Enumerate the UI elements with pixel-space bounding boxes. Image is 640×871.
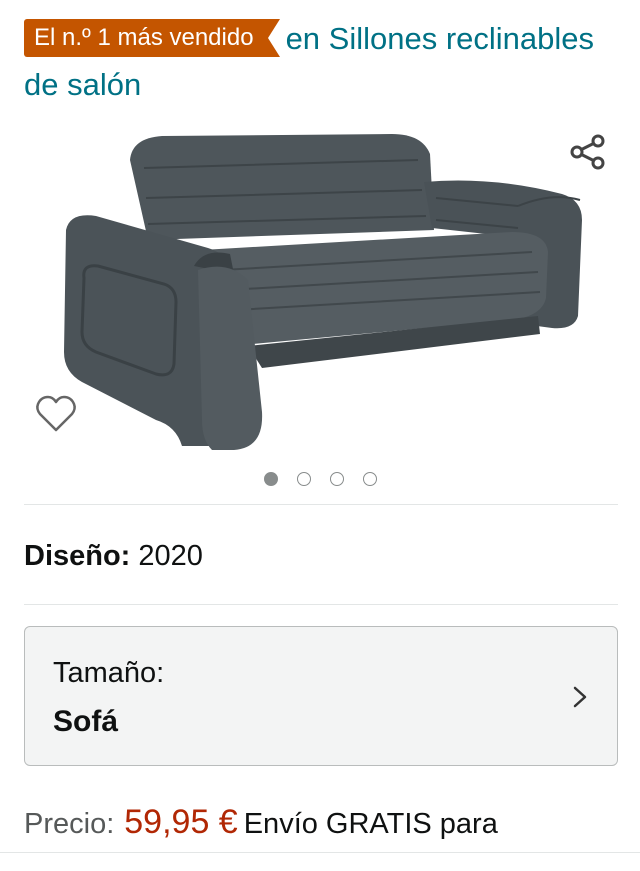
carousel-dot[interactable] [329, 472, 344, 486]
carousel-dot[interactable] [296, 472, 311, 486]
price-label: Precio: [24, 808, 115, 840]
size-selector[interactable]: Tamaño: Sofá [24, 626, 618, 766]
product-image [64, 134, 582, 450]
size-label: Tamaño: [53, 657, 165, 689]
price-value: 59,95 € [124, 803, 238, 841]
heart-outline-icon[interactable] [34, 392, 78, 436]
size-value: Sofá [53, 705, 119, 738]
design-value: 2020 [138, 540, 203, 572]
chevron-right-icon [573, 686, 587, 708]
product-image-carousel[interactable] [0, 110, 640, 460]
divider [0, 852, 640, 853]
price-row: Precio: 59,95 € Envío GRATIS para [24, 800, 498, 846]
divider [24, 604, 618, 605]
product-page: El n.º 1 más vendido en Sillones reclinab… [0, 0, 640, 871]
design-row: Diseño: 2020 [24, 536, 203, 576]
carousel-dot[interactable] [362, 472, 377, 486]
bestseller-header: El n.º 1 más vendido en Sillones reclinab… [24, 16, 624, 108]
divider [24, 504, 618, 505]
bestseller-badge[interactable]: El n.º 1 más vendido [24, 19, 280, 57]
shipping-text: Envío GRATIS para [243, 808, 498, 840]
carousel-indicator [0, 472, 640, 486]
carousel-dot[interactable] [263, 472, 278, 486]
design-label: Diseño: [24, 540, 131, 572]
share-icon[interactable] [568, 132, 608, 172]
